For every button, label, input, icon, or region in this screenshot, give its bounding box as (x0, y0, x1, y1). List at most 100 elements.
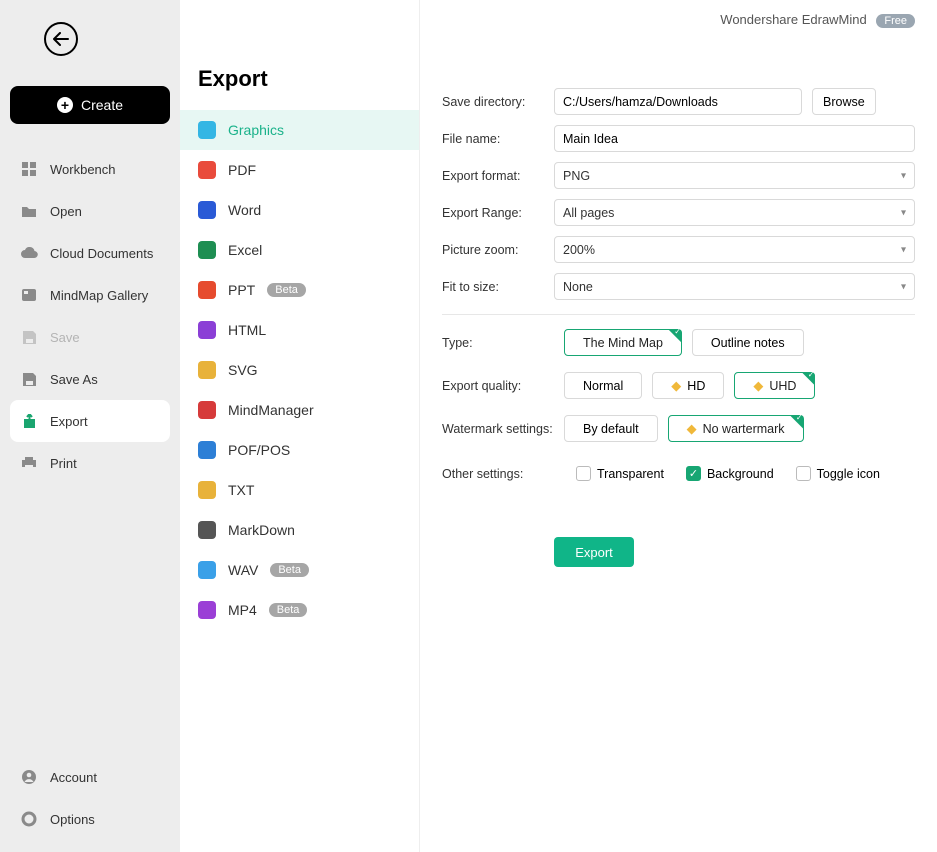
file-type-icon (198, 121, 216, 139)
chevron-down-icon: ▾ (901, 207, 906, 218)
file-type-icon (198, 441, 216, 459)
format-label: HTML (228, 322, 266, 338)
export-options-panel: Wondershare EdrawMind Free Save director… (420, 0, 937, 852)
sidebar-item-label: Save As (50, 372, 98, 387)
chevron-down-icon: ▾ (901, 244, 906, 255)
export-format-list: Export GraphicsPDFWordExcelPPTBetaHTMLSV… (180, 0, 420, 852)
save-as-icon (20, 372, 38, 387)
format-label: MP4 (228, 602, 257, 618)
type-option-mindmap[interactable]: The Mind Map (564, 329, 682, 356)
format-item-pof-pos[interactable]: POF/POS (180, 430, 419, 470)
beta-badge: Beta (269, 603, 308, 617)
save-directory-label: Save directory: (442, 95, 554, 109)
format-item-txt[interactable]: TXT (180, 470, 419, 510)
quality-option-hd[interactable]: ◆ HD (652, 372, 724, 399)
create-button[interactable]: + Create (10, 86, 170, 124)
pill-label: Outline notes (711, 336, 785, 350)
type-option-outline[interactable]: Outline notes (692, 329, 804, 356)
save-directory-input[interactable] (554, 88, 802, 115)
save-directory-field[interactable] (563, 95, 793, 109)
format-item-mp4[interactable]: MP4 Beta (180, 590, 419, 630)
chevron-down-icon: ▾ (901, 281, 906, 292)
export-range-select[interactable]: All pages ▾ (554, 199, 915, 226)
pill-label: HD (687, 379, 705, 393)
plus-icon: + (57, 97, 73, 113)
format-label: PDF (228, 162, 256, 178)
sidebar-item-label: Save (50, 330, 80, 345)
sidebar-item-label: Export (50, 414, 88, 429)
sidebar-item-options[interactable]: Options (10, 798, 170, 840)
other-settings-label: Other settings: (442, 467, 554, 481)
checkbox-toggle-icon[interactable]: Toggle icon (796, 466, 880, 481)
left-sidebar: + Create Workbench Open Cloud Documents … (0, 0, 180, 852)
sidebar-item-mindmap-gallery[interactable]: MindMap Gallery (10, 274, 170, 316)
brand-name: Wondershare EdrawMind (720, 12, 866, 27)
watermark-option-default[interactable]: By default (564, 415, 658, 442)
format-item-excel[interactable]: Excel (180, 230, 419, 270)
diamond-icon: ◆ (671, 378, 681, 394)
export-format-value: PNG (563, 169, 590, 183)
diamond-icon: ◆ (687, 421, 697, 437)
sidebar-item-label: Account (50, 770, 97, 785)
folder-icon (20, 204, 38, 218)
sidebar-item-save-as[interactable]: Save As (10, 358, 170, 400)
format-item-markdown[interactable]: MarkDown (180, 510, 419, 550)
filename-input[interactable] (554, 125, 915, 152)
cloud-icon (20, 247, 38, 259)
sidebar-item-open[interactable]: Open (10, 190, 170, 232)
sidebar-item-print[interactable]: Print (10, 442, 170, 484)
format-item-mindmanager[interactable]: MindManager (180, 390, 419, 430)
format-label: MarkDown (228, 522, 295, 538)
fit-to-size-select[interactable]: None ▾ (554, 273, 915, 300)
format-item-ppt[interactable]: PPTBeta (180, 270, 419, 310)
export-range-value: All pages (563, 206, 614, 220)
watermark-label: Watermark settings: (442, 422, 554, 436)
sidebar-item-label: Open (50, 204, 82, 219)
pill-label: Normal (583, 379, 623, 393)
format-label: Graphics (228, 122, 284, 138)
quality-option-normal[interactable]: Normal (564, 372, 642, 399)
format-item-svg[interactable]: SVG (180, 350, 419, 390)
file-type-icon (198, 201, 216, 219)
sidebar-item-cloud-documents[interactable]: Cloud Documents (10, 232, 170, 274)
format-item-html[interactable]: HTML (180, 310, 419, 350)
fit-to-size-label: Fit to size: (442, 280, 554, 294)
sidebar-item-workbench[interactable]: Workbench (10, 148, 170, 190)
sidebar-item-account[interactable]: Account (10, 756, 170, 798)
quality-label: Export quality: (442, 379, 554, 393)
type-label: Type: (442, 336, 554, 350)
divider (442, 314, 915, 315)
file-type-icon (198, 561, 216, 579)
format-label: POF/POS (228, 442, 290, 458)
format-item-wav[interactable]: WAVBeta (180, 550, 419, 590)
export-format-select[interactable]: PNG ▾ (554, 162, 915, 189)
filename-field[interactable] (563, 132, 906, 146)
beta-badge: Beta (267, 283, 306, 297)
sidebar-item-export[interactable]: Export (10, 400, 170, 442)
checkbox-icon (796, 466, 811, 481)
back-button[interactable] (44, 22, 78, 56)
watermark-option-none[interactable]: ◆ No wartermark (668, 415, 804, 442)
print-icon (20, 456, 38, 470)
file-type-icon (198, 481, 216, 499)
pill-label: UHD (769, 379, 796, 393)
selected-corner-icon (668, 329, 682, 343)
app-brand: Wondershare EdrawMind Free (442, 12, 915, 28)
format-item-word[interactable]: Word (180, 190, 419, 230)
file-type-icon (198, 521, 216, 539)
sidebar-item-label: Print (50, 456, 77, 471)
quality-option-uhd[interactable]: ◆ UHD (734, 372, 815, 399)
save-icon (20, 330, 38, 345)
checkbox-icon: ✓ (686, 466, 701, 481)
format-item-graphics[interactable]: Graphics (180, 110, 419, 150)
sidebar-item-save[interactable]: Save (10, 316, 170, 358)
checkbox-transparent[interactable]: Transparent (576, 466, 664, 481)
chevron-down-icon: ▾ (901, 170, 906, 181)
format-item-pdf[interactable]: PDF (180, 150, 419, 190)
export-button[interactable]: Export (554, 537, 634, 567)
file-type-icon (198, 241, 216, 259)
account-icon (20, 769, 38, 785)
checkbox-background[interactable]: ✓ Background (686, 466, 774, 481)
picture-zoom-select[interactable]: 200% ▾ (554, 236, 915, 263)
browse-button[interactable]: Browse (812, 88, 876, 115)
